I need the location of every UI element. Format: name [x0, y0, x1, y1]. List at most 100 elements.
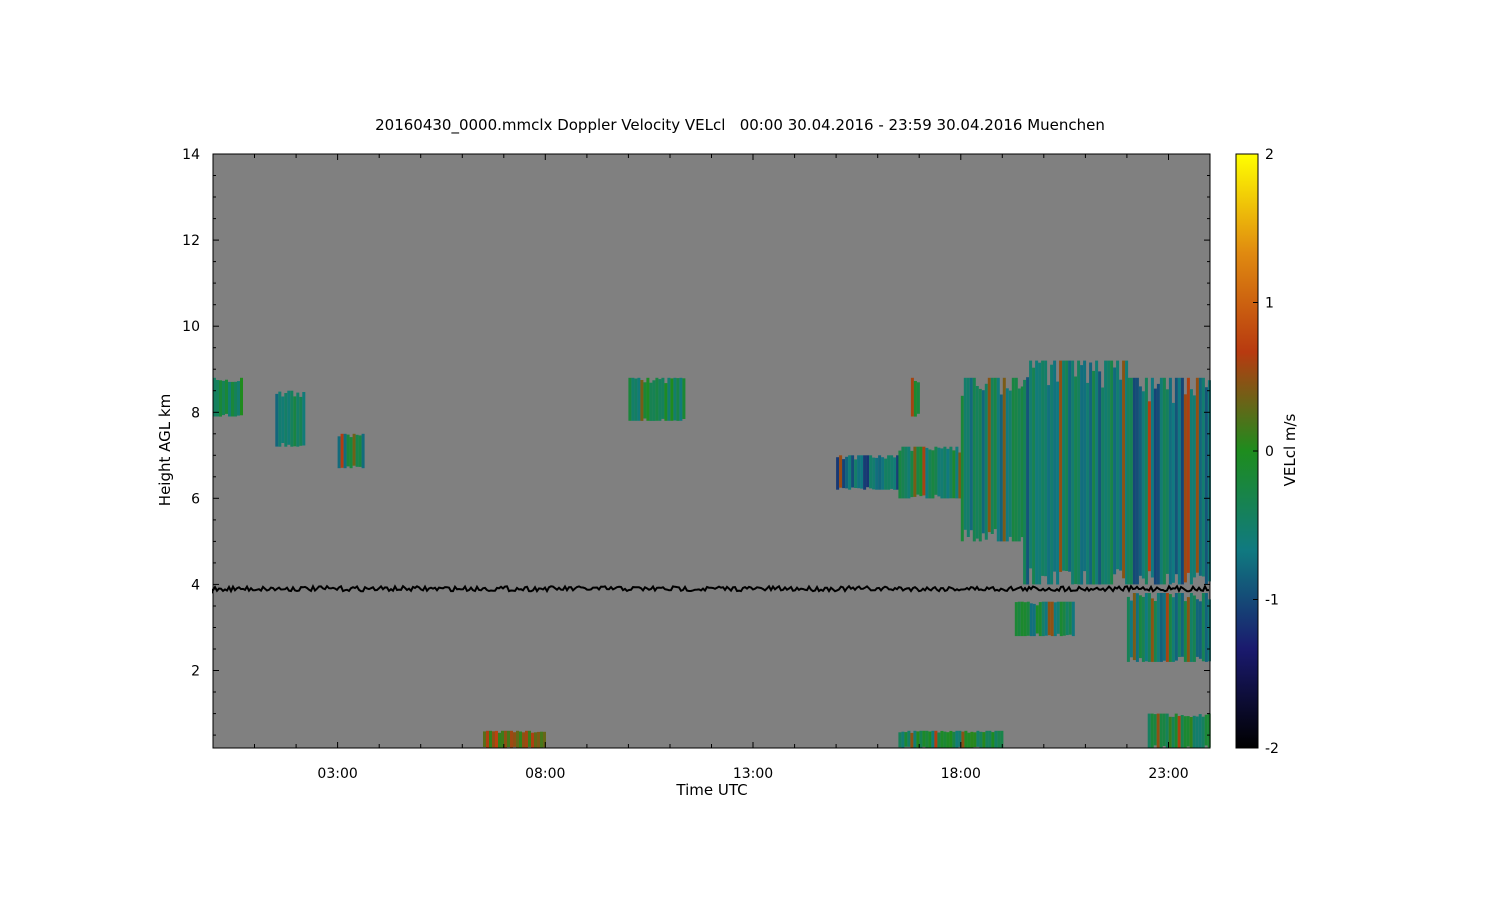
velocity-region: [898, 446, 962, 499]
velocity-region: [1126, 377, 1211, 585]
velocity-column: [842, 459, 846, 489]
velocity-column: [1126, 596, 1130, 662]
velocity-column: [934, 446, 938, 495]
velocity-column: [483, 731, 486, 747]
y-tick-label: 4: [191, 577, 200, 593]
velocity-column: [531, 732, 534, 748]
velocity-column: [1147, 593, 1151, 662]
velocity-column: [1150, 377, 1154, 578]
velocity-column: [1192, 395, 1196, 578]
velocity-column: [1177, 377, 1181, 585]
velocity-column: [913, 730, 917, 748]
velocity-column: [1041, 360, 1045, 576]
velocity-column: [969, 377, 973, 531]
x-tick-label: 23:00: [1148, 766, 1188, 782]
velocity-column: [1101, 387, 1105, 585]
velocity-column: [1065, 360, 1069, 571]
velocity-column: [489, 730, 492, 748]
velocity-column: [863, 455, 867, 490]
velocity-column: [1198, 714, 1202, 748]
colorbar-tick-label: -1: [1265, 593, 1279, 609]
velocity-column: [498, 732, 501, 748]
velocity-column: [1014, 602, 1018, 637]
velocity-column: [343, 433, 347, 469]
velocity-column: [890, 455, 894, 489]
velocity-column: [922, 730, 926, 747]
velocity-column: [510, 730, 513, 748]
velocity-column: [525, 730, 528, 748]
velocity-column: [949, 730, 953, 748]
velocity-column: [1177, 716, 1181, 748]
velocity-column: [299, 396, 303, 446]
velocity-column: [1050, 364, 1054, 585]
velocity-column: [919, 730, 923, 748]
velocity-column: [1047, 601, 1051, 636]
velocity-column: [1168, 716, 1172, 748]
velocity-column: [907, 446, 911, 499]
velocity-column: [1053, 602, 1057, 637]
velocity-column: [1071, 360, 1075, 585]
velocity-column: [949, 446, 953, 499]
velocity-column: [1177, 593, 1181, 657]
velocity-column: [910, 732, 914, 748]
y-tick-label: 10: [182, 319, 200, 335]
velocity-column: [1098, 371, 1102, 585]
velocity-column: [1180, 715, 1184, 748]
velocity-column: [979, 731, 983, 748]
velocity-column: [970, 731, 974, 748]
velocity-column: [528, 730, 531, 747]
velocity-column: [997, 730, 1001, 748]
velocity-column: [1153, 714, 1157, 746]
velocity-column: [643, 382, 647, 419]
velocity-column: [1035, 605, 1039, 634]
velocity-column: [1122, 360, 1126, 579]
velocity-column: [1159, 377, 1163, 585]
colorbar-tick-label: 1: [1265, 296, 1274, 312]
velocity-column: [901, 446, 905, 499]
velocity-column: [534, 732, 537, 748]
velocity-column: [904, 446, 908, 499]
velocity-column: [676, 378, 680, 421]
velocity-region: [1126, 593, 1211, 662]
velocity-column: [910, 450, 914, 498]
velocity-column: [361, 433, 365, 469]
velocity-column: [1041, 601, 1045, 637]
velocity-column: [928, 731, 932, 748]
velocity-column: [219, 380, 222, 417]
velocity-column: [1092, 370, 1096, 585]
velocity-column: [287, 390, 291, 445]
velocity-column: [952, 731, 956, 748]
velocity-column: [937, 447, 941, 497]
velocity-region: [1023, 360, 1129, 585]
velocity-column: [664, 383, 668, 421]
velocity-column: [1044, 601, 1048, 636]
velocity-column: [875, 457, 879, 490]
velocity-column: [1113, 367, 1117, 575]
velocity-column: [1011, 377, 1015, 542]
velocity-column: [290, 390, 294, 447]
velocity-column: [1195, 716, 1199, 748]
velocity-column: [1032, 367, 1036, 585]
velocity-column: [1029, 603, 1033, 637]
velocity-column: [1159, 713, 1163, 748]
x-axis-label: Time UTC: [676, 781, 748, 799]
velocity-column: [1150, 713, 1154, 748]
velocity-column: [1071, 601, 1075, 637]
velocity-column: [661, 377, 665, 419]
velocity-column: [1162, 593, 1166, 661]
velocity-column: [340, 433, 344, 468]
velocity-column: [904, 732, 908, 747]
velocity-column: [1038, 602, 1042, 637]
velocity-column: [1183, 601, 1187, 662]
velocity-column: [978, 388, 982, 542]
velocity-column: [931, 450, 935, 499]
velocity-column: [513, 732, 516, 747]
velocity-column: [1135, 377, 1139, 585]
velocity-column: [839, 455, 843, 488]
velocity-column: [284, 393, 288, 447]
velocity-column: [1132, 593, 1136, 661]
velocity-column: [1135, 593, 1139, 662]
velocity-column: [1068, 360, 1072, 572]
velocity-column: [976, 730, 980, 747]
velocity-column: [652, 380, 656, 421]
